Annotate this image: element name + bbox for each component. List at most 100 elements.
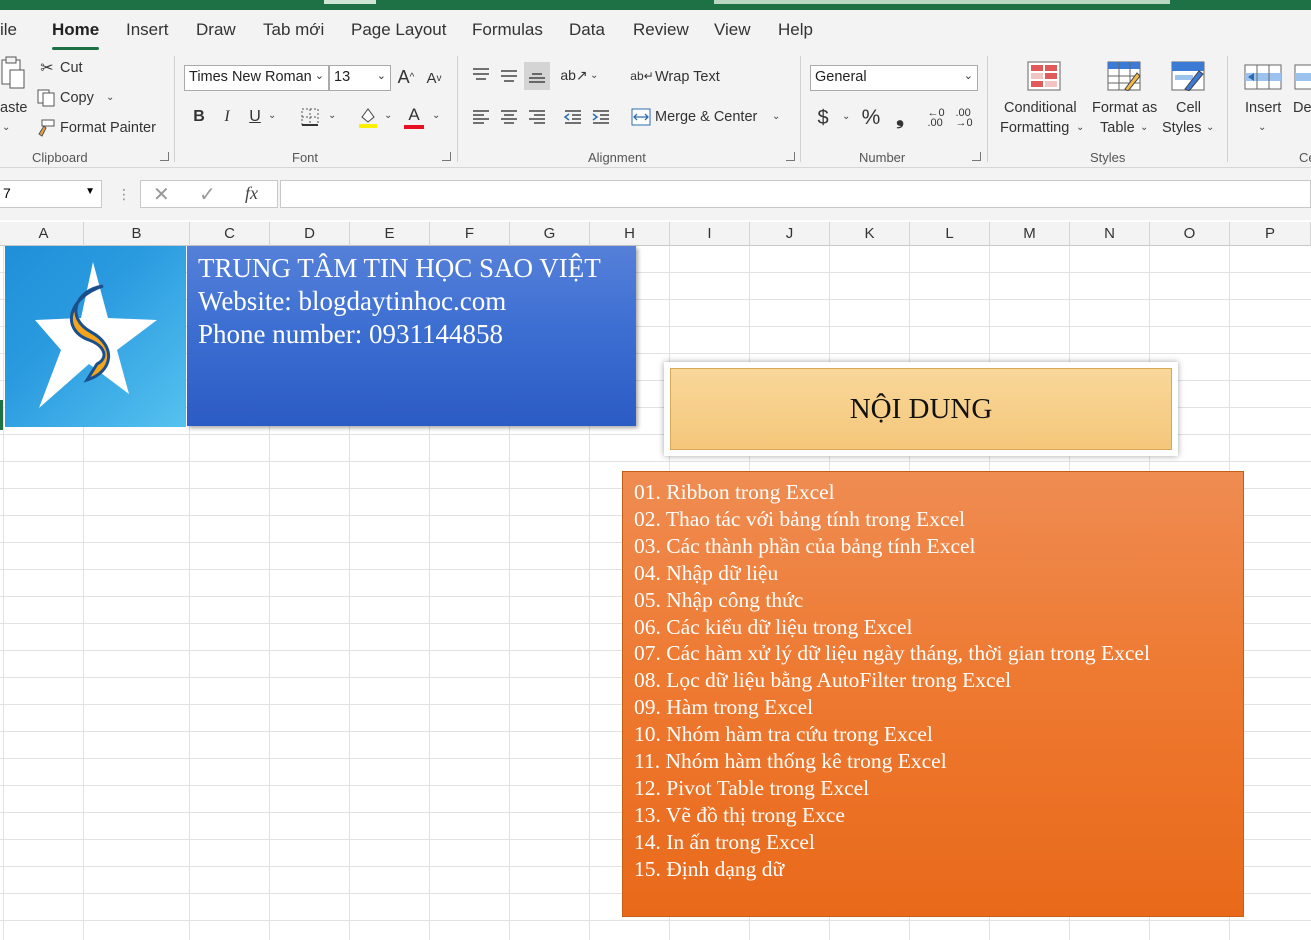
- tab-review[interactable]: Review: [633, 20, 689, 48]
- currency-button[interactable]: $: [812, 106, 834, 130]
- tab-view[interactable]: View: [714, 20, 751, 48]
- insert-function-button[interactable]: fx: [245, 183, 258, 204]
- column-header[interactable]: B: [84, 222, 190, 246]
- formula-input[interactable]: [280, 180, 1311, 208]
- cancel-icon[interactable]: ✕: [153, 182, 170, 207]
- wrap-text-button[interactable]: Wrap Text: [655, 69, 720, 85]
- column-header[interactable]: E: [350, 222, 430, 246]
- tab-new[interactable]: Tab mới: [263, 20, 324, 48]
- fill-color-icon[interactable]: [356, 104, 380, 130]
- cut-button[interactable]: Cut: [60, 60, 83, 76]
- font-color-icon[interactable]: A: [402, 104, 426, 130]
- enter-icon[interactable]: ✓: [199, 182, 216, 207]
- column-header[interactable]: F: [430, 222, 510, 246]
- column-header[interactable]: M: [990, 222, 1070, 246]
- tab-page-layout[interactable]: Page Layout: [351, 20, 446, 48]
- align-center-icon[interactable]: [498, 106, 520, 128]
- name-box[interactable]: 7 ▼: [0, 180, 102, 208]
- delete-cells-button[interactable]: De: [1293, 100, 1311, 116]
- orientation-icon[interactable]: ab↗: [560, 64, 587, 86]
- column-header[interactable]: G: [510, 222, 590, 246]
- insert-cells-icon[interactable]: [1244, 62, 1282, 92]
- italic-button[interactable]: I: [216, 106, 238, 128]
- column-header[interactable]: C: [190, 222, 270, 246]
- currency-dropdown-icon[interactable]: ⌄: [842, 111, 850, 122]
- logo-image[interactable]: [5, 246, 186, 427]
- column-header[interactable]: N: [1070, 222, 1150, 246]
- heading-shape[interactable]: NỘI DUNG: [664, 362, 1178, 456]
- copy-icon[interactable]: [36, 88, 56, 108]
- align-middle-icon[interactable]: [498, 64, 520, 86]
- font-family-select[interactable]: Times New Roman ⌄: [184, 65, 329, 91]
- decrease-decimal-icon[interactable]: .00 →0: [952, 106, 976, 130]
- cell-styles-icon[interactable]: [1170, 60, 1206, 92]
- search-box[interactable]: [714, 0, 1170, 4]
- paste-button-label[interactable]: aste: [0, 100, 27, 116]
- tab-data[interactable]: Data: [569, 20, 605, 48]
- orientation-dropdown-icon[interactable]: ⌄: [590, 70, 598, 81]
- format-painter-icon[interactable]: [36, 118, 56, 138]
- tab-help[interactable]: Help: [778, 20, 813, 48]
- cell-styles-label-1[interactable]: Cell: [1176, 100, 1201, 116]
- align-left-icon[interactable]: [470, 106, 492, 128]
- format-as-table-label-2[interactable]: Table: [1100, 120, 1135, 136]
- content-list-shape[interactable]: 01. Ribbon trong Excel 02. Thao tác với …: [622, 471, 1244, 917]
- number-format-select[interactable]: General ⌄: [810, 65, 978, 91]
- tab-draw[interactable]: Draw: [196, 20, 236, 48]
- comma-button[interactable]: ❟: [890, 106, 910, 130]
- wrap-text-icon[interactable]: ab↵: [630, 66, 653, 86]
- tab-insert[interactable]: Insert: [126, 20, 169, 48]
- column-header[interactable]: A: [4, 222, 84, 246]
- format-as-table-label-1[interactable]: Format as: [1092, 100, 1157, 116]
- merge-center-icon[interactable]: [630, 106, 652, 128]
- bold-button[interactable]: B: [188, 106, 210, 128]
- format-as-table-icon[interactable]: [1106, 60, 1142, 92]
- font-launcher-icon[interactable]: [442, 152, 451, 161]
- banner-shape[interactable]: TRUNG TÂM TIN HỌC SAO VIỆT Website: blog…: [187, 246, 636, 426]
- paste-icon[interactable]: [0, 56, 26, 96]
- underline-button[interactable]: U: [244, 106, 266, 128]
- fill-color-dropdown-icon[interactable]: ⌄: [384, 110, 392, 121]
- merge-center-button[interactable]: Merge & Center: [655, 109, 757, 125]
- cell-styles-label-2[interactable]: Styles: [1162, 120, 1202, 136]
- insert-cells-button[interactable]: Insert: [1245, 100, 1281, 116]
- conditional-formatting-icon[interactable]: [1026, 60, 1062, 92]
- tab-formulas[interactable]: Formulas: [472, 20, 543, 48]
- font-color-dropdown-icon[interactable]: ⌄: [432, 110, 440, 121]
- decrease-indent-icon[interactable]: [562, 106, 584, 128]
- align-right-icon[interactable]: [526, 106, 548, 128]
- increase-indent-icon[interactable]: [590, 106, 612, 128]
- merge-dropdown-icon[interactable]: ⌄: [772, 111, 780, 122]
- tab-home[interactable]: Home: [52, 20, 100, 50]
- column-header[interactable]: D: [270, 222, 350, 246]
- clipboard-launcher-icon[interactable]: [160, 152, 169, 161]
- borders-dropdown-icon[interactable]: ⌄: [328, 110, 336, 121]
- column-header[interactable]: L: [910, 222, 990, 246]
- column-header[interactable]: I: [670, 222, 750, 246]
- conditional-formatting-dropdown-icon[interactable]: ⌄: [1076, 122, 1084, 133]
- increase-decimal-icon[interactable]: ←0.00: [924, 106, 948, 130]
- format-painter-button[interactable]: Format Painter: [60, 120, 156, 136]
- copy-button[interactable]: Copy: [60, 90, 94, 106]
- delete-cells-icon[interactable]: [1294, 62, 1311, 92]
- align-top-icon[interactable]: [470, 64, 492, 86]
- scissors-icon[interactable]: ✂: [38, 58, 56, 78]
- paste-dropdown-icon[interactable]: ⌄: [2, 122, 10, 133]
- percent-button[interactable]: %: [860, 106, 882, 130]
- align-bottom-icon[interactable]: [524, 62, 550, 90]
- column-header[interactable]: H: [590, 222, 670, 246]
- insert-dropdown-icon[interactable]: ⌄: [1258, 122, 1266, 133]
- format-as-table-dropdown-icon[interactable]: ⌄: [1140, 122, 1148, 133]
- font-size-select[interactable]: 13 ⌄: [329, 65, 391, 91]
- conditional-formatting-label-1[interactable]: Conditional: [1004, 100, 1077, 116]
- copy-dropdown-icon[interactable]: ⌄: [106, 92, 114, 103]
- underline-dropdown-icon[interactable]: ⌄: [268, 110, 276, 121]
- number-launcher-icon[interactable]: [972, 152, 981, 161]
- cell-styles-dropdown-icon[interactable]: ⌄: [1206, 122, 1214, 133]
- column-header[interactable]: K: [830, 222, 910, 246]
- alignment-launcher-icon[interactable]: [786, 152, 795, 161]
- decrease-font-icon[interactable]: Av: [422, 66, 446, 90]
- column-header[interactable]: P: [1230, 222, 1311, 246]
- increase-font-icon[interactable]: A ^: [394, 64, 418, 90]
- tab-file[interactable]: ile: [0, 20, 17, 48]
